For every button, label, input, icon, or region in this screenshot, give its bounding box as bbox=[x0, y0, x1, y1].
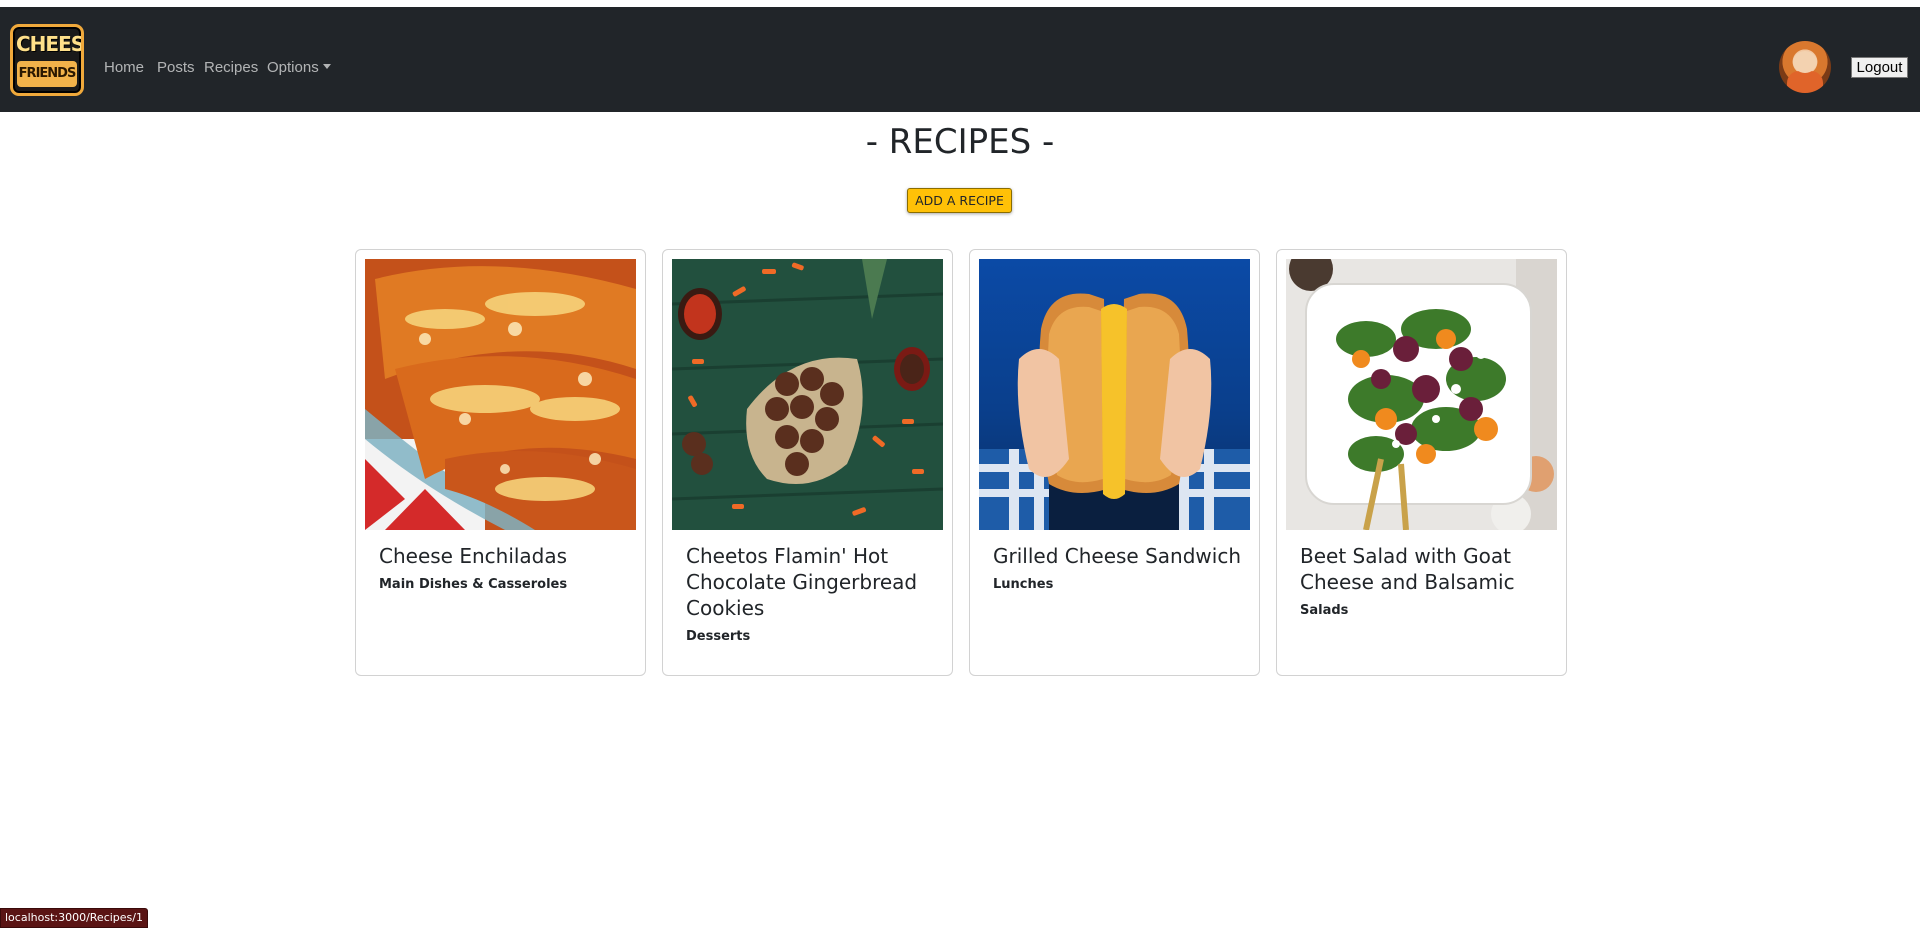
brand-logo[interactable]: CHEESE FRIENDS bbox=[10, 24, 84, 96]
avatar[interactable] bbox=[1779, 41, 1831, 93]
recipe-card[interactable]: Cheetos Flamin' Hot Chocolate Gingerbrea… bbox=[662, 249, 953, 676]
recipe-card-category: Desserts bbox=[686, 629, 751, 644]
top-strip bbox=[0, 0, 1920, 7]
avatar-body bbox=[1787, 71, 1823, 93]
recipe-card-title: Beet Salad with Goat Cheese and Balsamic bbox=[1300, 544, 1515, 594]
nav-link-home[interactable]: Home bbox=[104, 59, 144, 77]
logo-text-top: CHEESE bbox=[16, 32, 84, 56]
status-bar-url: localhost:3000/Recipes/1 bbox=[0, 908, 148, 928]
enchiladas-photo[interactable] bbox=[365, 259, 636, 530]
recipe-card-title: Cheetos Flamin' Hot Chocolate Gingerbrea… bbox=[686, 544, 918, 620]
avatar-face bbox=[1793, 51, 1817, 73]
chevron-down-icon bbox=[322, 64, 331, 69]
add-recipe-button[interactable]: ADD A RECIPE bbox=[907, 188, 1012, 213]
recipe-card[interactable]: Cheese Enchiladas Main Dishes & Casserol… bbox=[355, 249, 646, 676]
recipe-card[interactable]: Grilled Cheese Sandwich Lunches bbox=[969, 249, 1260, 676]
navbar: CHEESE FRIENDS Home Posts Recipes Option… bbox=[0, 7, 1920, 112]
nav-dropdown-options-label: Options bbox=[267, 59, 319, 76]
cookies-photo[interactable] bbox=[672, 259, 943, 530]
recipe-card-category: Main Dishes & Casseroles bbox=[379, 577, 568, 592]
recipe-card[interactable]: Beet Salad with Goat Cheese and Balsamic… bbox=[1276, 249, 1567, 676]
logout-button[interactable]: Logout bbox=[1851, 57, 1908, 78]
page-title: - RECIPES - bbox=[865, 122, 1055, 162]
grilled-cheese-photo[interactable] bbox=[979, 259, 1250, 530]
nav-link-posts[interactable]: Posts bbox=[157, 59, 195, 77]
nav-dropdown-options[interactable]: Options bbox=[267, 59, 331, 77]
recipe-card-title: Grilled Cheese Sandwich bbox=[993, 544, 1241, 568]
recipe-card-title: Cheese Enchiladas bbox=[379, 544, 568, 568]
recipe-card-category: Salads bbox=[1300, 603, 1349, 618]
nav-link-recipes[interactable]: Recipes bbox=[204, 59, 258, 77]
beet-salad-photo[interactable] bbox=[1286, 259, 1557, 530]
recipe-card-category: Lunches bbox=[993, 577, 1054, 592]
logo-text-bottom: FRIENDS bbox=[17, 61, 77, 87]
